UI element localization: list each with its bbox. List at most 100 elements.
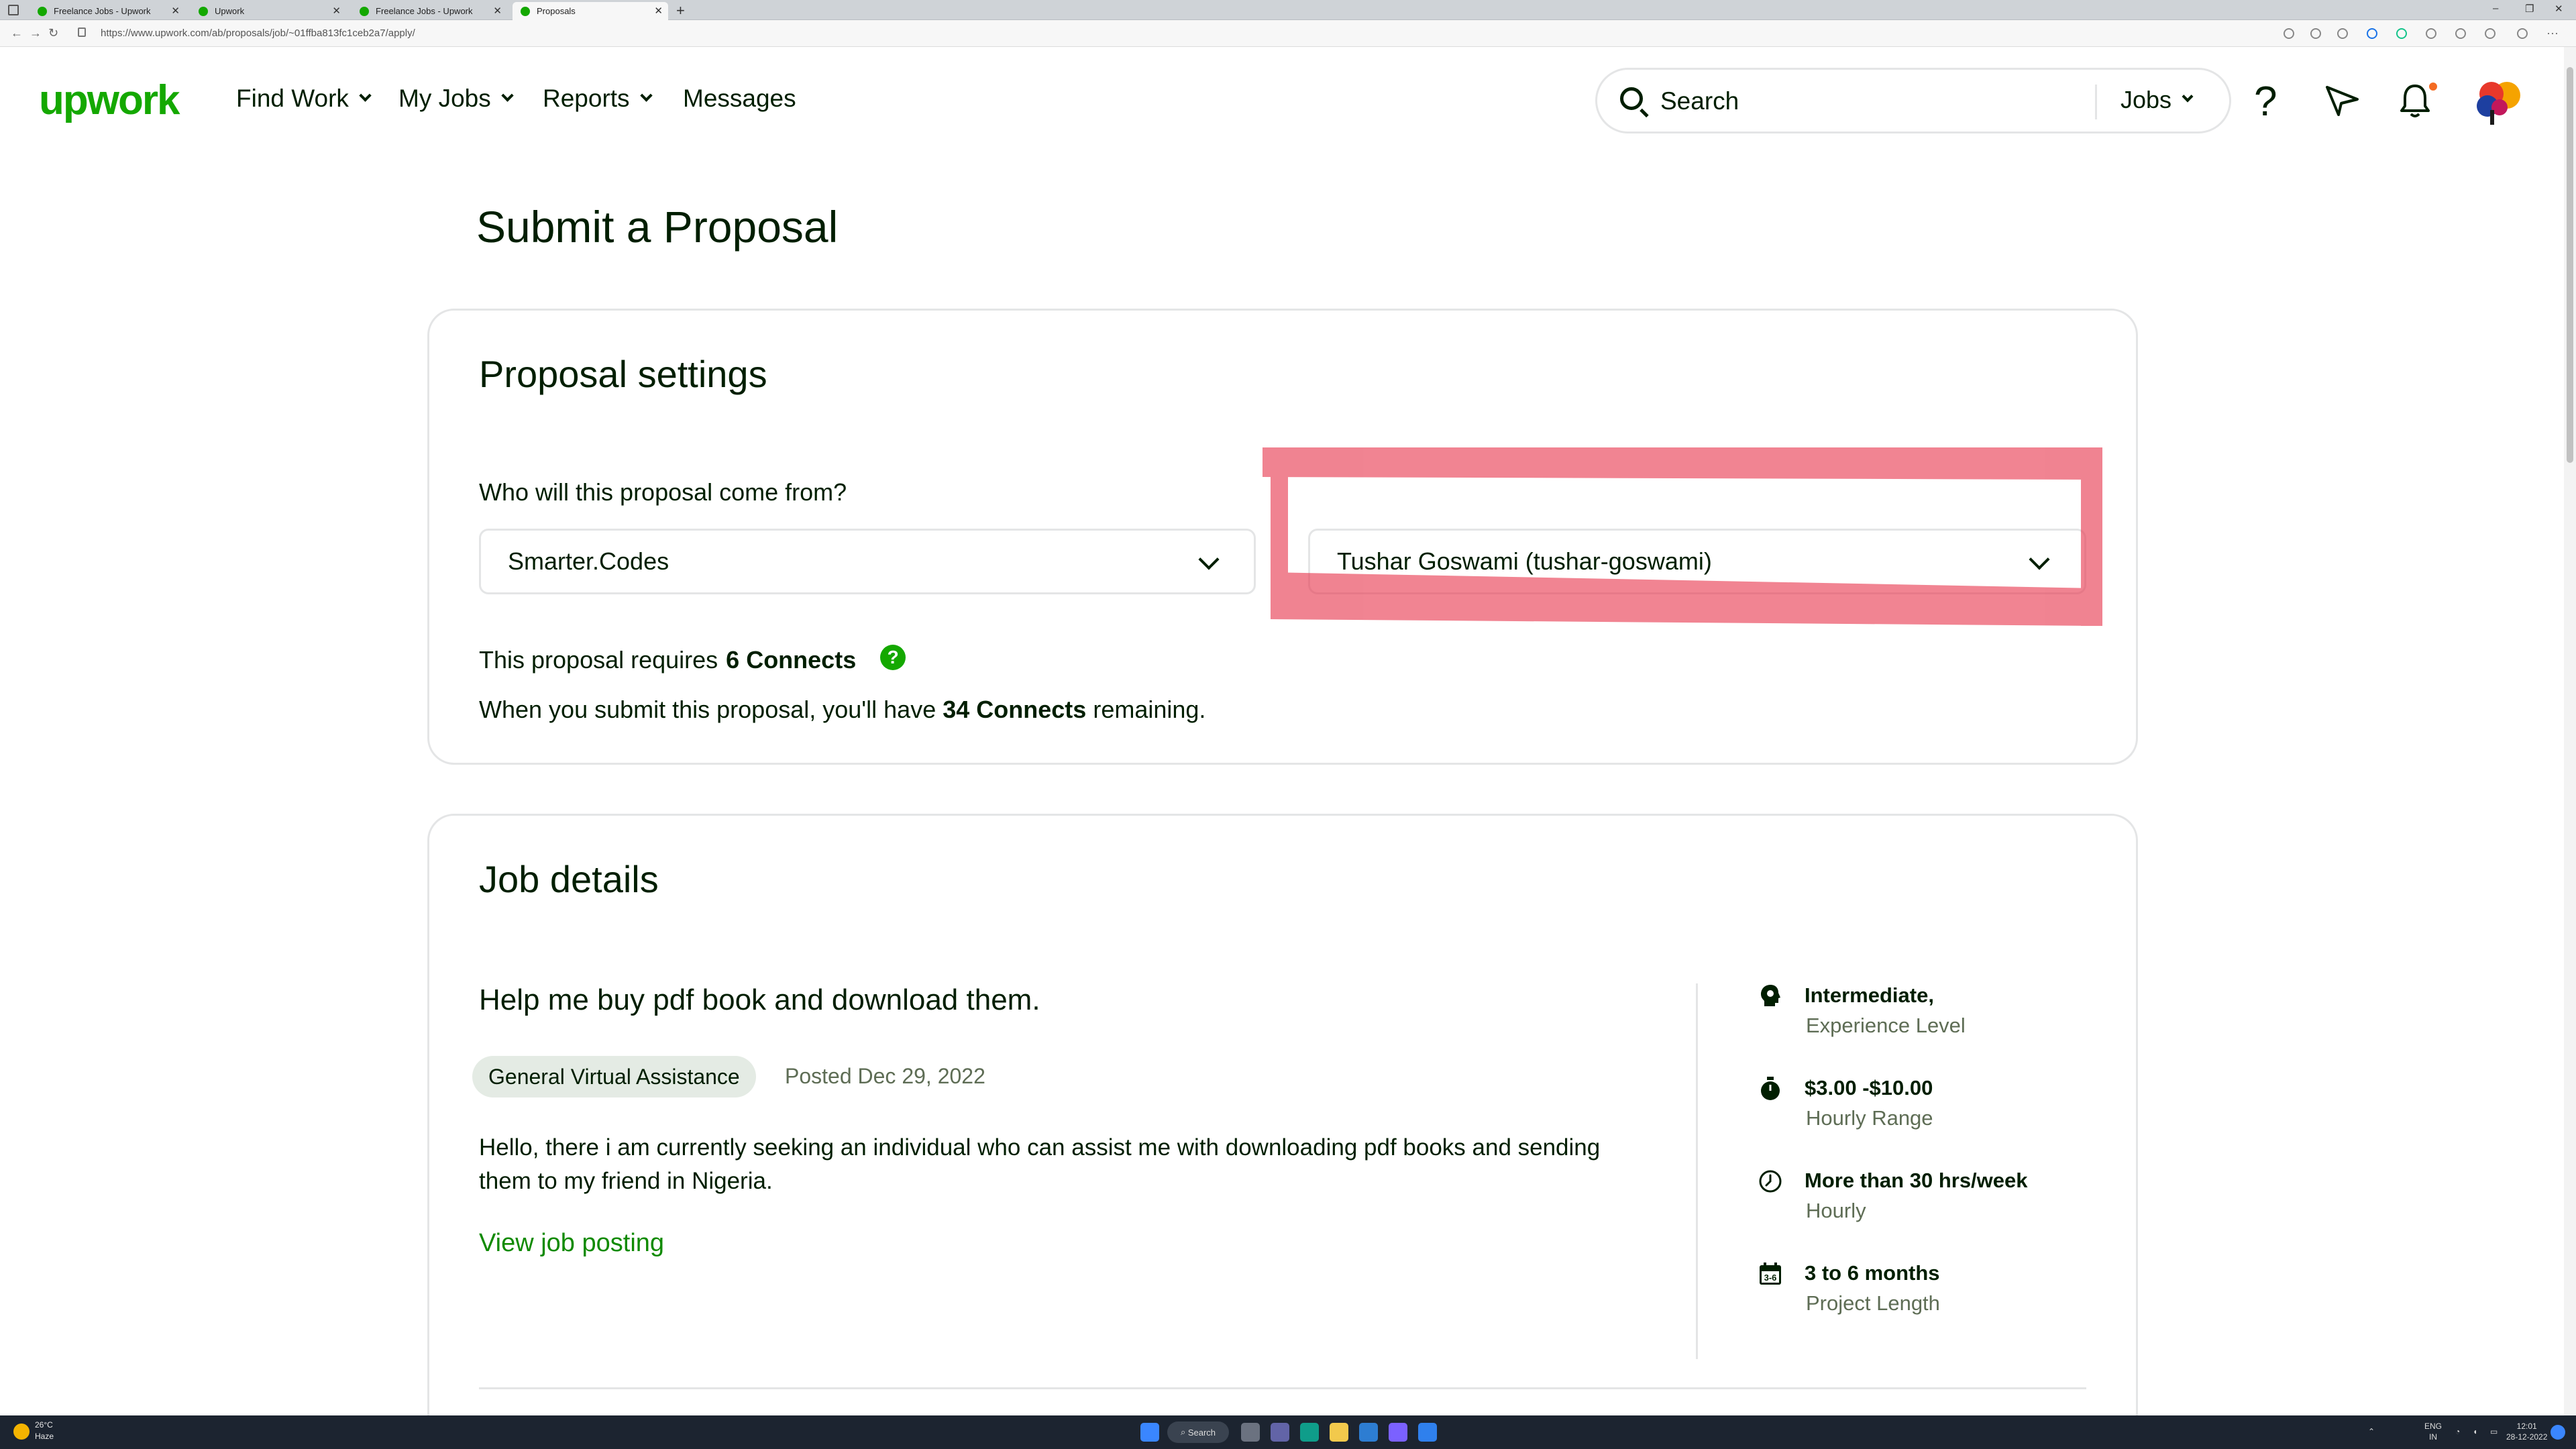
task-view-icon[interactable] — [1241, 1423, 1260, 1442]
mail-icon[interactable] — [1359, 1423, 1378, 1442]
avatar[interactable] — [2470, 74, 2525, 129]
attribute-value: 3 to 6 months — [1805, 1261, 1940, 1285]
tab-close-icon[interactable]: ✕ — [654, 5, 663, 17]
taskbar-search[interactable]: ⌕ Search — [1167, 1421, 1229, 1443]
restore-icon[interactable]: ❐ — [2525, 3, 2534, 15]
category-chip[interactable]: General Virtual Assistance — [472, 1056, 756, 1097]
nav-reports[interactable]: Reports — [543, 85, 653, 113]
agency-select[interactable]: Smarter.Codes — [479, 529, 1256, 594]
back-icon[interactable]: ← — [11, 26, 23, 40]
new-tab-icon[interactable]: + — [676, 2, 685, 19]
search-icon[interactable] — [1620, 87, 1643, 110]
connects-required: This proposal requires 6 Connects ? — [479, 645, 906, 674]
nav-label: My Jobs — [398, 85, 491, 112]
search-input[interactable] — [1660, 83, 2036, 119]
volume-icon[interactable]: ◖ — [2473, 1426, 2477, 1437]
send-icon[interactable] — [2325, 85, 2360, 120]
connects-remaining-value: 34 Connects — [943, 696, 1087, 723]
freelancer-select-value: Tushar Goswami (tushar-goswami) — [1337, 547, 1712, 575]
teams-icon[interactable] — [1389, 1423, 1407, 1442]
browser-tab[interactable]: Upwork ✕ — [191, 2, 346, 20]
help-circle-icon[interactable]: ? — [880, 645, 906, 670]
weather-icon[interactable] — [13, 1424, 30, 1440]
minimize-icon[interactable]: – — [2493, 3, 2498, 14]
proposal-from-label: Who will this proposal come from? — [479, 478, 847, 506]
taskbar: 26°C Haze ⌕ Search ⌃ ENG IN ◔ ◖ ▭ 12:01 … — [0, 1415, 2576, 1449]
collections-icon[interactable] — [2485, 28, 2496, 39]
nav-my-jobs[interactable]: My Jobs — [398, 85, 514, 113]
chevron-down-icon — [639, 89, 653, 102]
zoom-icon[interactable] — [2310, 28, 2321, 39]
tab-close-icon[interactable]: ✕ — [171, 5, 180, 17]
wifi-icon[interactable]: ◔ — [2455, 1426, 2460, 1437]
clock[interactable]: 12:01 28-12-2022 — [2506, 1421, 2547, 1442]
tracking-icon[interactable] — [2337, 28, 2348, 39]
read-aloud-icon[interactable] — [2284, 28, 2294, 39]
attribute-label: Experience Level — [1806, 1014, 1966, 1037]
edge-icon[interactable] — [1300, 1423, 1319, 1442]
nav-find-work[interactable]: Find Work — [236, 85, 372, 113]
tab-title: Freelance Jobs - Upwork — [376, 6, 473, 16]
refresh-icon[interactable]: ↻ — [48, 26, 58, 40]
tab-close-icon[interactable]: ✕ — [332, 5, 341, 17]
nav-label: Messages — [683, 85, 796, 112]
tab-title: Proposals — [537, 6, 576, 16]
scrollbar-thumb[interactable] — [2567, 67, 2573, 463]
attribute-value: Intermediate, — [1805, 983, 1934, 1007]
connects-remaining: When you submit this proposal, you'll ha… — [479, 696, 1205, 724]
app-icon[interactable] — [1418, 1423, 1437, 1442]
battery-icon[interactable]: ▭ — [2490, 1426, 2498, 1437]
help-icon[interactable]: ? — [2254, 78, 2277, 125]
extension-icon[interactable] — [2426, 28, 2436, 39]
search-scope-label: Jobs — [2121, 86, 2172, 113]
window-close-icon[interactable]: ✕ — [2555, 3, 2563, 15]
weather-temp: 26°C — [35, 1420, 53, 1430]
page-title: Submit a Proposal — [476, 202, 839, 252]
attribute-value: More than 30 hrs/week — [1805, 1169, 2028, 1192]
view-job-posting-link[interactable]: View job posting — [479, 1229, 664, 1258]
forward-icon[interactable]: → — [30, 26, 42, 40]
tab-close-icon[interactable]: ✕ — [493, 5, 502, 17]
nav-label: Reports — [543, 85, 630, 112]
experience-icon — [1761, 985, 1780, 1006]
chevron-down-icon — [2182, 91, 2194, 103]
weather-desc: Haze — [35, 1432, 54, 1441]
taskbar-search-label: Search — [1187, 1427, 1216, 1438]
upwork-logo[interactable]: upwork — [39, 76, 180, 124]
url-field[interactable]: https://www.upwork.com/ab/proposals/job/… — [101, 28, 415, 39]
agency-select-value: Smarter.Codes — [508, 547, 669, 575]
more-icon[interactable]: ··· — [2546, 26, 2559, 40]
tray-chevron-icon[interactable]: ⌃ — [2368, 1426, 2375, 1437]
clock-time: 12:01 — [2516, 1421, 2537, 1431]
connects-required-value: 6 Connects — [726, 646, 857, 674]
start-icon[interactable] — [1140, 1423, 1159, 1442]
connects-remaining-suffix: remaining. — [1093, 696, 1206, 723]
favorites-icon[interactable] — [2455, 28, 2466, 39]
job-description: Hello, there i am currently seeking an i… — [479, 1134, 1601, 1194]
profile-icon[interactable] — [2517, 28, 2528, 39]
site-header: upwork Find Work My Jobs Reports Message… — [0, 47, 2576, 154]
tab-actions-icon[interactable] — [8, 5, 19, 15]
bell-icon[interactable] — [2399, 82, 2431, 123]
browser-tab[interactable]: Freelance Jobs - Upwork ✕ — [30, 2, 185, 20]
language-indicator[interactable]: ENG IN — [2424, 1421, 2442, 1442]
job-title: Help me buy pdf book and download them. — [479, 983, 1040, 1016]
freelancer-select[interactable]: Tushar Goswami (tushar-goswami) — [1308, 529, 2086, 594]
lock-icon[interactable] — [78, 28, 86, 37]
svg-text:3-6: 3-6 — [1764, 1273, 1777, 1283]
grammarly-icon[interactable] — [2396, 28, 2407, 39]
address-bar: ← → ↻ https://www.upwork.com/ab/proposal… — [0, 20, 2576, 47]
pen-extension-icon[interactable] — [2367, 28, 2377, 39]
browser-tab-active[interactable]: Proposals ✕ — [513, 2, 668, 20]
chat-icon[interactable] — [1271, 1423, 1289, 1442]
page-scrollbar[interactable] — [2564, 47, 2576, 1415]
file-explorer-icon[interactable] — [1330, 1423, 1348, 1442]
notifications-icon[interactable] — [2551, 1425, 2565, 1440]
attribute-label: Hourly — [1806, 1199, 1866, 1222]
weather-widget[interactable]: 26°C Haze — [35, 1419, 54, 1442]
search-scope-dropdown[interactable]: Jobs — [2121, 86, 2194, 114]
connects-required-text: This proposal requires — [479, 646, 718, 674]
nav-messages[interactable]: Messages — [683, 85, 796, 113]
search-icon: ⌕ — [1180, 1427, 1188, 1437]
browser-tab[interactable]: Freelance Jobs - Upwork ✕ — [352, 2, 507, 20]
